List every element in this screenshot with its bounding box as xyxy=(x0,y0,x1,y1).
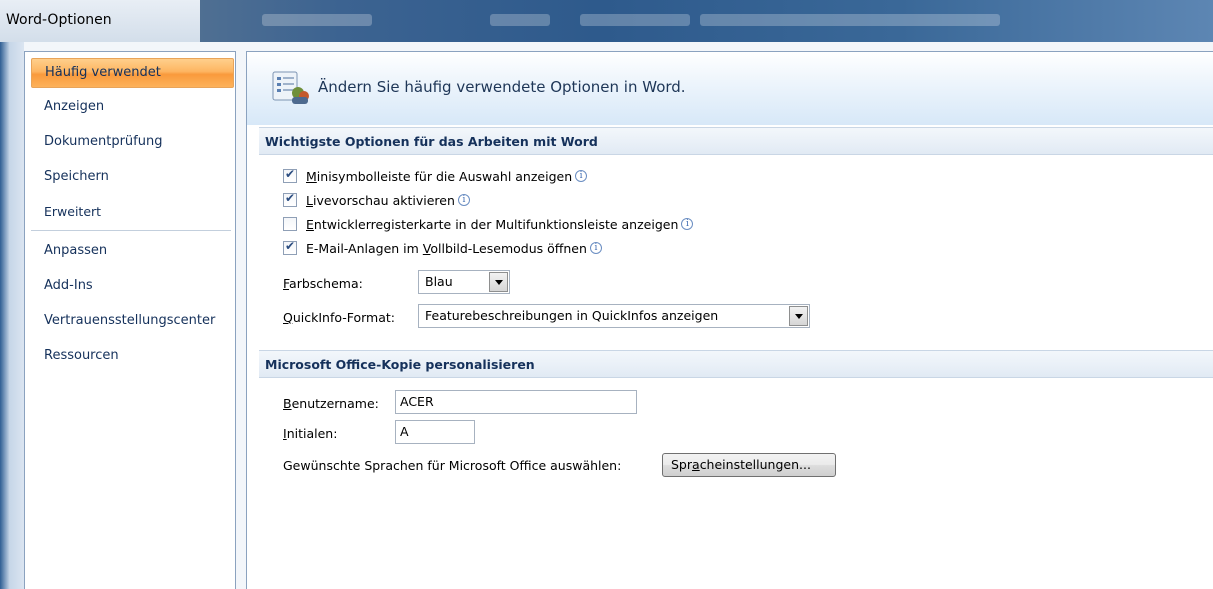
checkbox-fullscreen-reading[interactable] xyxy=(283,239,297,255)
option-developer-tab[interactable]: Entwicklerregisterkarte in der Multifunk… xyxy=(283,214,694,234)
window-frame-left xyxy=(0,42,24,589)
language-settings-button[interactable]: Spracheinstellungen... xyxy=(662,453,836,477)
nav-item-vertrauensstellungscenter[interactable]: Vertrauensstellungscenter xyxy=(31,307,234,337)
nav-item-erweitert[interactable]: Erweitert xyxy=(31,198,234,228)
nav-item-add-ins[interactable]: Add-Ins xyxy=(31,272,234,302)
nav-item-anzeigen[interactable]: Anzeigen xyxy=(31,93,234,123)
nav-item-anpassen[interactable]: Anpassen xyxy=(31,237,234,267)
page-title: Ändern Sie häufig verwendete Optionen in… xyxy=(318,78,686,96)
username-field[interactable]: ACER xyxy=(395,390,637,414)
title-blur-2 xyxy=(580,14,690,26)
nav-item-speichern[interactable]: Speichern xyxy=(31,163,234,193)
nav-separator xyxy=(31,230,231,231)
chevron-down-icon[interactable] xyxy=(489,272,508,292)
nav-item-haeufig-verwendet[interactable]: Häufig verwendet xyxy=(31,58,234,88)
title-bar: Word-Optionen xyxy=(0,0,1213,42)
checkbox-live-preview[interactable] xyxy=(283,191,297,207)
title-blur-3 xyxy=(700,14,1000,26)
checkbox-mini-toolbar[interactable] xyxy=(283,167,297,183)
option-label: Minisymbolleiste für die Auswahl anzeige… xyxy=(306,168,573,184)
title-blur-1 xyxy=(490,14,550,26)
options-settings-icon xyxy=(272,71,309,104)
quick-access-toolbar-blur xyxy=(262,14,372,26)
initials-label: Initialen: xyxy=(283,426,338,441)
option-fullscreen-reading[interactable]: E-Mail-Anlagen im Vollbild-Lesemodus öff… xyxy=(283,238,602,258)
info-icon[interactable]: i xyxy=(457,194,470,206)
nav-item-dokumentpruefung[interactable]: Dokumentprüfung xyxy=(31,128,234,158)
option-label: Livevorschau aktivieren xyxy=(306,192,455,208)
options-content: Ändern Sie häufig verwendete Optionen in… xyxy=(246,51,1213,589)
username-label: Benutzername: xyxy=(283,396,379,411)
section-header-personalize: Microsoft Office-Kopie personalisieren xyxy=(259,350,1213,378)
nav-item-ressourcen[interactable]: Ressourcen xyxy=(31,342,234,372)
options-nav: Häufig verwendet Anzeigen Dokumentprüfun… xyxy=(24,51,236,589)
initials-field[interactable]: A xyxy=(395,420,475,444)
option-live-preview[interactable]: Livevorschau aktivieren i xyxy=(283,190,470,210)
tooltip-format-label: QuickInfo-Format: xyxy=(283,310,396,325)
option-label: Entwicklerregisterkarte in der Multifunk… xyxy=(306,216,679,232)
info-icon[interactable]: i xyxy=(681,218,694,230)
option-label: E-Mail-Anlagen im Vollbild-Lesemodus öff… xyxy=(306,240,587,256)
chevron-down-icon[interactable] xyxy=(789,306,808,326)
tooltip-format-value: Featurebeschreibungen in QuickInfos anze… xyxy=(425,308,719,323)
checkbox-developer-tab[interactable] xyxy=(283,217,297,231)
info-icon[interactable]: i xyxy=(575,170,588,182)
color-scheme-label: Farbschema: xyxy=(283,276,363,291)
color-scheme-value: Blau xyxy=(425,274,453,289)
page-banner: Ändern Sie häufig verwendete Optionen in… xyxy=(247,52,1213,125)
section-header-main-options: Wichtigste Optionen für das Arbeiten mit… xyxy=(259,127,1213,155)
window-title: Word-Optionen xyxy=(0,0,200,42)
color-scheme-select[interactable]: Blau xyxy=(418,270,510,294)
language-label: Gewünschte Sprachen für Microsoft Office… xyxy=(283,458,622,473)
option-mini-toolbar[interactable]: Minisymbolleiste für die Auswahl anzeige… xyxy=(283,166,588,186)
tooltip-format-select[interactable]: Featurebeschreibungen in QuickInfos anze… xyxy=(418,304,810,328)
info-icon[interactable]: i xyxy=(589,242,602,254)
